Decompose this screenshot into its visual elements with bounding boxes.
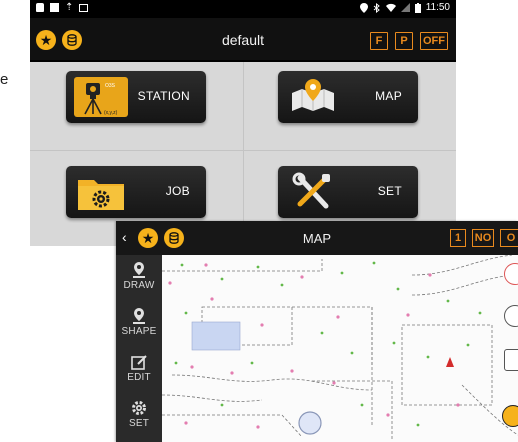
battery-icon [414,2,421,13]
upload-icon: ⇡ [65,2,74,13]
station-icon-text-top: O3S [105,83,116,89]
map-tile[interactable]: MAP [278,71,418,123]
screenshot-stage: e ⇡ 11:50 ★ default F P OFF O3S (x,y,z) … [0,0,518,442]
android-status-bar: ⇡ 11:50 [30,0,456,18]
map-drawing [161,254,518,441]
lock-icon [36,3,44,12]
map-canvas[interactable] [161,254,518,442]
shape-pin-icon [133,308,145,324]
off-button[interactable]: OFF [420,32,448,50]
job-tile[interactable]: JOB [66,166,206,218]
p-button[interactable]: P [395,32,413,50]
signal-icon [400,3,410,12]
image-icon [79,3,89,12]
location-icon [359,2,368,13]
no-button[interactable]: NO [472,229,494,247]
main-top-bar: ★ default F P OFF [30,18,456,62]
station-icon-text-bottom: (x,y,z) [104,110,118,116]
job-label: JOB [165,184,190,198]
side-text-fragment: e [0,71,9,88]
highlight-area [191,321,241,351]
grid-divider-vertical [243,62,244,246]
edit-tool[interactable]: EDIT [116,349,162,393]
total-station-icon: O3S (x,y,z) [74,77,128,117]
edit-icon [131,355,147,370]
draw-tool[interactable]: DRAW [116,257,162,301]
clipped-button[interactable]: O [500,229,518,247]
f-button[interactable]: F [370,32,388,50]
layer-one-button[interactable]: 1 [450,229,466,247]
set-label: SET [377,184,402,198]
wifi-icon [385,3,396,12]
map-screen: ‹ ★ MAP 1 NO O DRAW SHAPE EDIT SET [116,221,518,442]
shape-label: SHAPE [121,326,157,337]
tools-icon [292,172,330,209]
gear-icon [132,401,146,415]
page-title: default [221,32,265,48]
map-label: MAP [375,89,402,103]
pin-drop-button[interactable] [502,405,518,427]
map-tool-column: DRAW SHAPE EDIT SET [116,255,162,442]
station-tile[interactable]: O3S (x,y,z) STATION [66,71,206,123]
station-label: STATION [137,89,190,103]
map-icon [292,79,334,111]
shape-tool[interactable]: SHAPE [116,303,162,347]
red-flag-marker [446,357,454,367]
set-tile[interactable]: SET [278,166,418,218]
folder-gear-icon [78,180,124,210]
main-menu-screen: ⇡ 11:50 ★ default F P OFF O3S (x,y,z) ST… [30,0,456,246]
layers-button[interactable] [504,349,518,371]
pin-icon [133,262,145,278]
map-top-bar: ‹ ★ MAP 1 NO O [116,221,518,255]
set-tool[interactable]: SET [116,395,162,439]
set-tool-label: SET [128,418,150,429]
notification-icon [50,3,59,12]
grid-divider-horizontal [30,150,456,151]
draw-label: DRAW [123,280,155,291]
status-time: 11:50 [425,2,450,13]
selected-point-marker [298,411,322,435]
bluetooth-icon [373,2,380,13]
edit-label: EDIT [127,372,151,383]
